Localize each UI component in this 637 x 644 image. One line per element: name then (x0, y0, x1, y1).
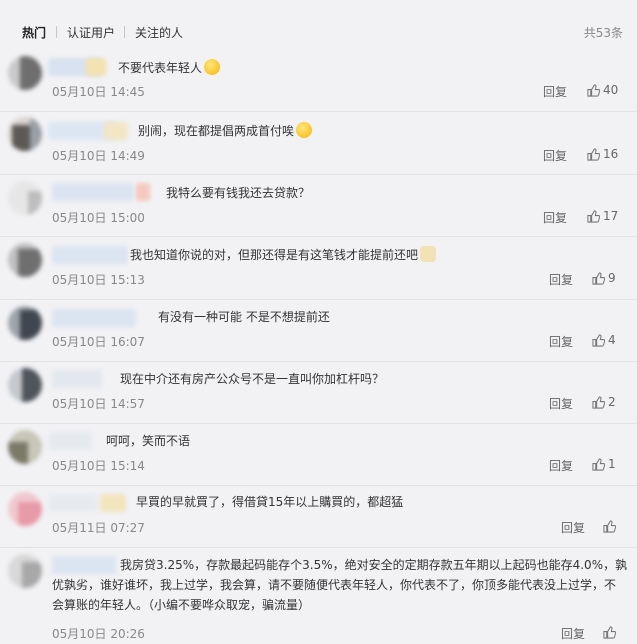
tab-verified-users[interactable]: 认证用户 (67, 24, 115, 41)
like-button[interactable] (603, 519, 619, 533)
username-blurred[interactable] (52, 246, 128, 264)
reply-button[interactable]: 回复 (549, 395, 573, 412)
like-button[interactable]: 17 (587, 209, 618, 223)
comment-text: 呵呵，笑而不语 (106, 434, 191, 448)
comment-item: 现在中介还有房产公众号不是一直叫你加杠杆吗？ 05月10日 14:57 回复 2 (0, 361, 637, 424)
reply-button[interactable]: 回复 (543, 147, 567, 164)
total-count: 共53条 (583, 26, 623, 40)
avatar[interactable] (8, 554, 42, 588)
thumbs-up-icon (592, 458, 606, 471)
comment-text: 我特么要有钱我还去贷款？ (166, 186, 311, 200)
avatar[interactable] (8, 56, 42, 90)
comment-item: 别闹，现在都提倡两成首付唉 05月10日 14:49 回复 16 (0, 111, 637, 175)
reply-button[interactable]: 回复 (543, 209, 567, 226)
thumbs-up-icon (592, 396, 606, 409)
like-button[interactable]: 4 (592, 333, 616, 347)
comment-time: 05月10日 15:13 (52, 273, 145, 287)
comment-item: 我房贷3.25%，存款最起码能存个3.5%，绝对安全的定期存款五年期以上起码也能… (0, 547, 637, 644)
username-blurred[interactable] (52, 183, 134, 201)
badge-blurred (100, 494, 126, 512)
thumbs-up-icon (587, 84, 601, 97)
reply-button[interactable]: 回复 (549, 457, 573, 474)
thumbs-up-icon (603, 626, 617, 639)
avatar[interactable] (8, 430, 42, 464)
username-blurred[interactable] (52, 556, 116, 574)
cat-face-emoji (420, 246, 437, 262)
comment-text-line-3: 会算账的年轻人。（小编不要哗众取宠，骗流量） (52, 598, 311, 612)
avatar[interactable] (8, 368, 42, 402)
like-count: 17 (603, 209, 619, 223)
like-button[interactable]: 9 (592, 271, 616, 285)
comment-item: 不要代表年轻人 05月10日 14:45 回复 40 (0, 50, 637, 111)
badge-blurred (104, 122, 128, 140)
avatar[interactable] (8, 243, 42, 277)
username-blurred[interactable] (52, 370, 102, 388)
comment-time: 05月10日 14:45 (52, 85, 145, 99)
badge-blurred (136, 183, 150, 201)
comment-item: 呵呵，笑而不语 05月10日 15:14 回复 1 (0, 423, 637, 486)
like-count: 1 (608, 457, 616, 471)
comment-time: 05月10日 15:14 (52, 459, 145, 473)
avatar[interactable] (8, 181, 42, 215)
smile-face-emoji (296, 122, 313, 138)
like-button[interactable]: 2 (592, 395, 616, 409)
like-count: 2 (608, 395, 616, 409)
username-blurred[interactable] (52, 309, 136, 327)
comment-time: 05月10日 20:26 (52, 627, 145, 641)
like-count: 9 (608, 271, 616, 285)
comment-text: 别闹，现在都提倡两成首付唉 (138, 122, 313, 141)
comment-text-line-2: 优孰劣，谁好谁坏，我上过学，我会算，请不要随便代表年轻人，你代表不了，你顶多能代… (52, 578, 617, 592)
username-blurred[interactable] (48, 494, 98, 512)
comment-text: 现在中介还有房产公众号不是一直叫你加杠杆吗？ (120, 372, 385, 386)
like-button[interactable]: 1 (592, 457, 616, 471)
comment-time: 05月10日 15:00 (52, 211, 145, 225)
comment-time: 05月11日 07:27 (52, 521, 145, 535)
scared-face-emoji (204, 59, 221, 75)
comment-text-line-1: 我房贷3.25%，存款最起码能存个3.5%，绝对安全的定期存款五年期以上起码也能… (120, 558, 628, 572)
like-button[interactable]: 16 (587, 147, 618, 161)
comment-time: 05月10日 14:57 (52, 397, 145, 411)
thumbs-up-icon (603, 520, 617, 533)
comment-text: 有没有一种可能 不是不想提前还 (158, 310, 330, 324)
thumbs-up-icon (587, 210, 601, 223)
tab-divider (124, 26, 125, 38)
comment-tabs: 热门 认证用户 关注的人 共53条 (0, 0, 637, 50)
like-count: 4 (608, 333, 616, 347)
tab-hot[interactable]: 热门 (22, 24, 46, 41)
like-button[interactable] (603, 625, 619, 639)
reply-button[interactable]: 回复 (549, 333, 573, 350)
comment-text: 我也知道你说的对，但那还得是有这笔钱才能提前还吧 (130, 246, 437, 265)
like-count: 16 (603, 147, 619, 161)
tab-following[interactable]: 关注的人 (135, 24, 183, 41)
like-count: 40 (603, 83, 619, 97)
reply-button[interactable]: 回复 (549, 271, 573, 288)
comment-text: 早買的早就買了，得借貸15年以上購買的，都超猛 (136, 495, 404, 509)
reply-button[interactable]: 回复 (543, 83, 567, 100)
thumbs-up-icon (592, 334, 606, 347)
badge-blurred (86, 58, 106, 76)
thumbs-up-icon (592, 272, 606, 285)
comment-item: 我特么要有钱我还去贷款？ 05月10日 15:00 回复 17 (0, 174, 637, 237)
comment-time: 05月10日 14:49 (52, 149, 145, 163)
avatar[interactable] (8, 306, 42, 340)
like-button[interactable]: 40 (587, 83, 618, 97)
avatar[interactable] (8, 117, 42, 151)
username-blurred[interactable] (48, 432, 92, 450)
comment-text: 不要代表年轻人 (118, 59, 221, 78)
comment-time: 05月10日 16:07 (52, 335, 145, 349)
reply-button[interactable]: 回复 (561, 625, 585, 642)
comment-item: 早買的早就買了，得借貸15年以上購買的，都超猛 05月11日 07:27 回复 (0, 485, 637, 548)
tab-divider (56, 26, 57, 38)
avatar[interactable] (8, 492, 42, 526)
thumbs-up-icon (587, 148, 601, 161)
reply-button[interactable]: 回复 (561, 519, 585, 536)
comment-item: 我也知道你说的对，但那还得是有这笔钱才能提前还吧 05月10日 15:13 回复… (0, 236, 637, 300)
comment-item: 有没有一种可能 不是不想提前还 05月10日 16:07 回复 4 (0, 299, 637, 362)
